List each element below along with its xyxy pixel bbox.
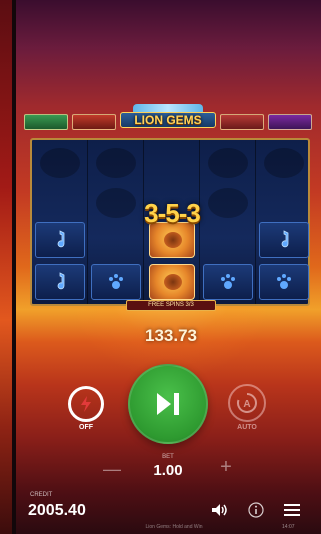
hamburger-menu-icon (284, 504, 300, 516)
sound-button[interactable] (210, 500, 230, 520)
autoplay-icon: A (237, 393, 257, 413)
logo-text: LION GEMS (120, 112, 216, 128)
bet-label: BET (162, 454, 174, 460)
blue-symbol-cell (259, 222, 309, 258)
credit-value: 2005.40 (28, 502, 86, 519)
turbo-label: OFF (79, 424, 93, 431)
blue-symbol-cell (35, 222, 85, 258)
blue-symbol-cell (91, 264, 141, 300)
lion-bonus-symbol (149, 264, 195, 300)
dimmed-symbol (264, 148, 304, 178)
svg-text:A: A (243, 399, 250, 410)
jackpot-panel-3 (220, 114, 264, 130)
dimmed-symbol (96, 148, 136, 178)
info-icon (248, 502, 264, 518)
blue-symbol-cell (35, 264, 85, 300)
dimmed-symbol (40, 148, 80, 178)
bet-decrease-button[interactable]: — (102, 460, 122, 478)
credit-label: CREDIT (30, 492, 53, 498)
lightning-icon (81, 396, 91, 412)
free-spins-banner: FREE SPINS 3/3 (126, 300, 216, 311)
play-skip-icon (157, 393, 179, 415)
autoplay-label: AUTO (237, 424, 257, 431)
jackpot-panel-4 (268, 114, 312, 130)
win-amount: 133.73 (145, 326, 197, 345)
jackpot-header: LION GEMS (24, 104, 314, 134)
note-symbol-icon (57, 272, 65, 290)
dimmed-symbol (208, 148, 248, 178)
reel-separator (87, 140, 88, 304)
clock-time: 14:07 (282, 524, 295, 530)
game-stage: LION GEMS 3-5-3 FREE SPINS 3/3 133.73 OF… (16, 0, 321, 534)
bet-increase-button[interactable]: + (216, 457, 236, 478)
logo-crown-icon (133, 104, 203, 112)
menu-button[interactable] (282, 500, 302, 520)
turbo-button[interactable] (68, 386, 104, 422)
blue-symbol-cell (259, 264, 309, 300)
bet-value: 1.00 (153, 462, 183, 479)
blue-symbol-cell (203, 264, 253, 300)
note-symbol-icon (281, 230, 289, 248)
game-name: Lion Gems: Hold and Win (145, 524, 203, 530)
autoplay-button[interactable]: A (228, 384, 266, 422)
spin-button[interactable] (128, 364, 208, 444)
info-button[interactable] (246, 500, 266, 520)
note-symbol-icon (57, 230, 65, 248)
jackpot-panel-1 (24, 114, 68, 130)
jackpot-panel-2 (72, 114, 116, 130)
bonus-counter-text: 3-5-3 (144, 198, 201, 228)
game-logo: LION GEMS (120, 104, 216, 134)
speaker-icon (212, 504, 227, 516)
paw-symbol-icon (277, 274, 291, 289)
adjacent-screen-edge (0, 0, 12, 534)
paw-symbol-icon (221, 274, 235, 289)
paw-symbol-icon (109, 274, 123, 289)
reel-separator (255, 140, 256, 304)
